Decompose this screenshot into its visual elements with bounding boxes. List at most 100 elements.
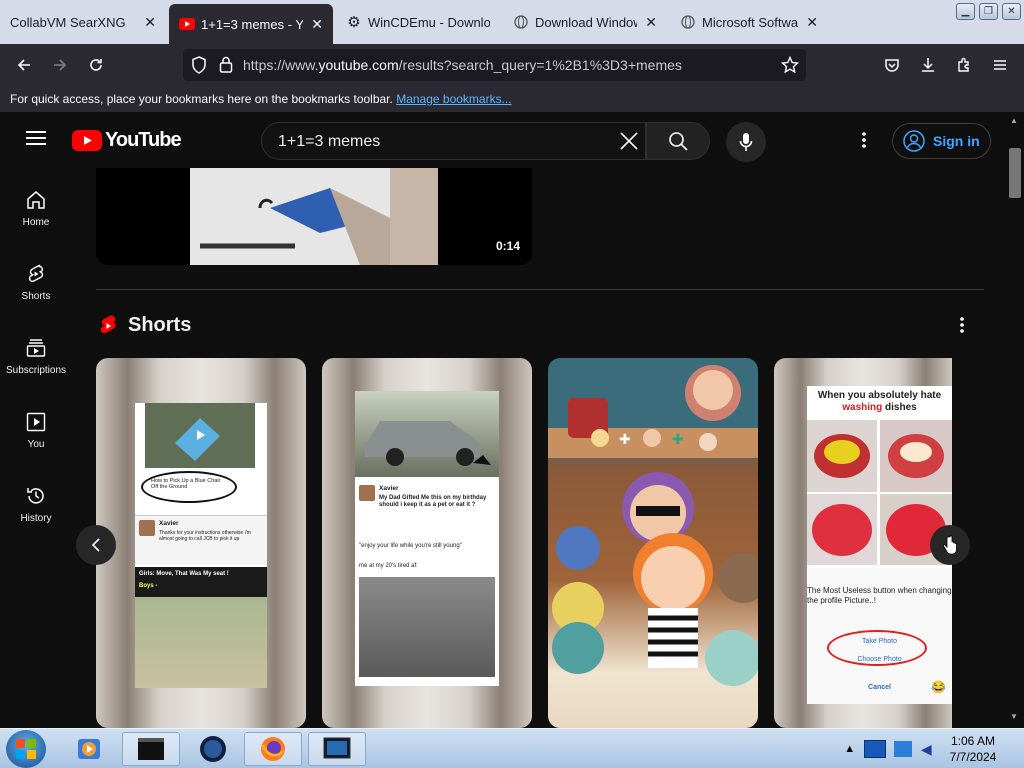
comment-text: My Dad Gifted Me this on my birthday sho… [379, 495, 487, 508]
reload-button[interactable] [84, 53, 108, 77]
search-button[interactable] [646, 122, 710, 160]
chair-video-frame [145, 403, 255, 468]
globe-icon [680, 14, 696, 30]
search-query-text: 1+1=3 memes [278, 133, 381, 150]
close-icon[interactable]: ✕ [645, 14, 657, 31]
windows-logo-icon [16, 739, 36, 759]
back-button[interactable] [12, 53, 36, 77]
scroll-down-icon[interactable]: ▼ [1010, 712, 1018, 721]
maximize-window-button[interactable]: ❐ [979, 3, 998, 20]
avatar [139, 520, 155, 536]
clock-time: 1:06 AM [950, 734, 996, 748]
video-duration: 0:14 [495, 239, 520, 253]
close-icon[interactable]: ✕ [806, 14, 818, 31]
shorts-more-options-icon[interactable] [954, 316, 970, 339]
short-card-1[interactable]: How to Pick Up a Blue Chair Off the Grou… [96, 358, 306, 728]
search-icon [669, 132, 688, 151]
close-icon[interactable]: ✕ [311, 16, 323, 33]
short-meme-image: How to Pick Up a Blue Chair Off the Grou… [135, 403, 267, 688]
video-thumbnail[interactable]: 0:14 [96, 168, 532, 265]
shorts-logo-icon [98, 314, 118, 342]
shorts-next-button[interactable] [930, 525, 970, 565]
youtube-logo[interactable]: YouTube [72, 129, 182, 152]
windows-taskbar: ▲ ◀ 1:06 AM 7/7/2024 [0, 728, 1024, 768]
tab-download-windows[interactable]: Download Windows ✕ [503, 4, 667, 40]
profile-caption: The Most Useless button when changing th… [807, 586, 952, 605]
clock-date: 7/7/2024 [949, 750, 997, 764]
toca-animation-frame: ✚ ✚ [548, 358, 758, 728]
url-bar[interactable]: https://www.youtube.com/results?search_q… [183, 49, 806, 81]
globe-icon [513, 14, 529, 30]
hamburger-menu-icon[interactable] [26, 130, 46, 151]
volume-tray-icon[interactable]: ◀ [921, 741, 932, 758]
sidebar-item-subscriptions[interactable]: Subscriptions [0, 316, 72, 390]
sidebar-item-shorts[interactable]: Shorts [0, 242, 72, 316]
minimize-window-button[interactable]: ▁ [956, 3, 975, 20]
sign-in-button[interactable]: Sign in [892, 123, 991, 159]
scrollbar-thumb[interactable] [1009, 148, 1021, 198]
comment-user: Xavier [379, 485, 399, 492]
menu-icon[interactable] [988, 53, 1012, 77]
choose-photo-option: Choose Photo [857, 656, 902, 663]
avatar [359, 485, 375, 501]
sidebar-item-you[interactable]: You [0, 390, 72, 464]
short-card-2[interactable]: Xavier My Dad Gifted Me this on my birth… [322, 358, 532, 728]
profile-picture-meme: The Most Useless button when changing th… [807, 568, 952, 704]
url-text: https://www.youtube.com/results?search_q… [243, 57, 682, 73]
comment-box: Xavier Thanks for your instructions othe… [135, 515, 267, 565]
forward-button[interactable] [48, 53, 72, 77]
clear-search-icon[interactable] [620, 132, 638, 155]
short-card-4[interactable]: When you absolutely hate washing dishes … [774, 358, 952, 728]
close-icon[interactable]: ✕ [144, 14, 156, 31]
remote-desktop-taskbar-icon[interactable] [308, 732, 366, 766]
lock-icon[interactable] [219, 56, 233, 78]
sidebar-item-home[interactable]: Home [0, 168, 72, 242]
sidebar-item-label: Home [22, 217, 50, 228]
pocket-icon[interactable] [880, 53, 904, 77]
browser-tab-bar: CollabVM SearXNG ✕ 1+1=3 memes - You ✕ ⚙… [0, 0, 1024, 44]
extensions-icon[interactable] [952, 53, 976, 77]
show-hidden-icons-icon[interactable]: ▲ [844, 743, 855, 755]
sidebar-item-label: Shorts [21, 291, 51, 302]
sidebar-item-label: Subscriptions [5, 365, 67, 376]
history-icon [27, 488, 44, 504]
page-scrollbar[interactable]: ▲ ▼ [1006, 112, 1024, 728]
action-center-tray-icon[interactable] [894, 741, 913, 757]
firefox-taskbar-icon[interactable] [244, 732, 302, 766]
downloads-icon[interactable] [916, 53, 940, 77]
crying-emoji-icon: 😂 [931, 680, 946, 694]
tab-wincdemu[interactable]: ⚙ WinCDEmu - Downlo [336, 4, 500, 40]
short-meme-image: Xavier My Dad Gifted Me this on my birth… [355, 391, 499, 686]
sidebar-item-history[interactable]: History [0, 464, 72, 538]
sign-in-label: Sign in [933, 133, 980, 149]
network-globe-taskbar-icon[interactable] [184, 732, 242, 766]
start-button[interactable] [6, 730, 46, 768]
tab-youtube-search[interactable]: 1+1=3 memes - You ✕ [169, 4, 333, 44]
bookmark-star-icon[interactable] [780, 55, 800, 79]
scroll-up-icon[interactable]: ▲ [1010, 116, 1018, 125]
media-player-taskbar-icon[interactable] [60, 732, 118, 766]
network-tray-icon[interactable] [863, 740, 886, 758]
browser-navigation-bar: https://www.youtube.com/results?search_q… [0, 44, 1024, 86]
short-card-3[interactable]: ✚ ✚ [548, 358, 758, 728]
shorts-section-title: Shorts [128, 314, 192, 336]
manage-bookmarks-link[interactable]: Manage bookmarks... [396, 92, 511, 106]
taskbar-clock[interactable]: 1:06 AM 7/7/2024 [940, 733, 1006, 765]
dishes-header: When you absolutely hate washing dishes [807, 390, 952, 414]
tab-microsoft-software[interactable]: Microsoft Software D ✕ [670, 4, 828, 40]
voice-search-button[interactable] [726, 122, 766, 162]
dishes-header-a: When you absolutely hate [817, 390, 942, 401]
more-options-icon[interactable] [856, 131, 872, 154]
meme-quote: "enjoy your life while you're still youn… [359, 543, 462, 549]
car-photo [355, 391, 499, 477]
close-window-button[interactable]: ✕ [1002, 3, 1021, 20]
tab-collabvm-searxng[interactable]: CollabVM SearXNG ✕ [0, 4, 166, 40]
terminal-taskbar-icon[interactable] [122, 732, 180, 766]
youtube-favicon-icon [179, 16, 195, 32]
sidebar-item-label: History [20, 513, 52, 524]
shorts-previous-button[interactable] [76, 525, 116, 565]
you-icon [26, 412, 46, 432]
dishes-header-b: washing [842, 402, 883, 413]
search-input[interactable]: 1+1=3 memes [261, 122, 646, 160]
shield-icon[interactable] [191, 56, 207, 79]
